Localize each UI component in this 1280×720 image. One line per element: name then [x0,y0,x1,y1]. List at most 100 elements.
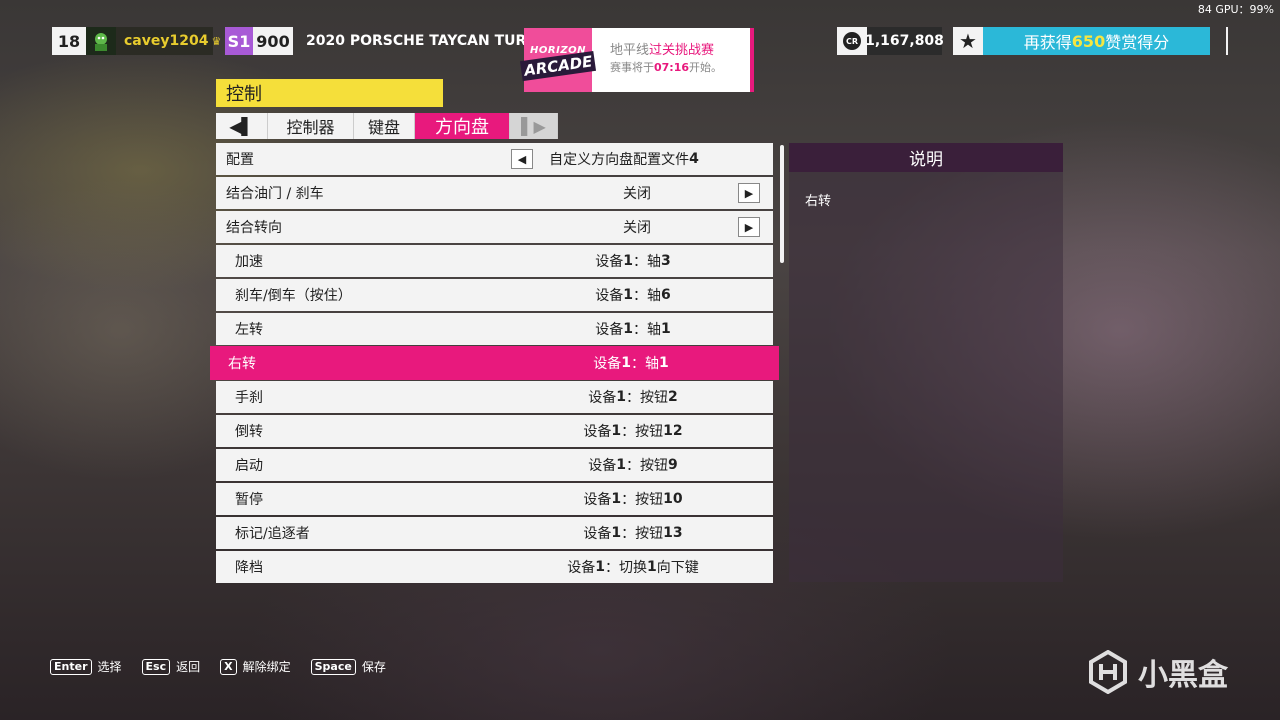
v-pre: 设备 [583,492,612,508]
v-mid: ：按钮 [626,390,668,406]
hint-label: 返回 [176,660,201,674]
v-num1: 1 [616,389,626,405]
row-value-text: 自定义方向盘配置文件 [549,152,690,168]
description-title: 说明 [789,143,1063,172]
esc-key-icon: Esc [141,658,171,675]
binding-row-accelerate[interactable]: 加速 设备 1 ：轴 3 [216,245,773,277]
arrow-right-button[interactable]: ▶ [738,217,760,237]
credits-value: 1,167,808 [865,27,944,55]
gamertag-text: cavey1204 [124,33,209,49]
tab-controller[interactable]: 控制器 [268,113,354,139]
crown-icon: ♛ [211,34,222,48]
v-num1: 1 [616,457,626,473]
binding-row-steer-left[interactable]: 左转 设备 1 ：轴 1 [216,313,773,345]
row-value: 设备 1 ：轴 1 [513,313,753,345]
tab-bar: ◀▌ 控制器 键盘 方向盘 ▌▶ [216,113,558,139]
v-num1: 1 [611,423,622,439]
v-num2: 13 [663,525,683,541]
row-label: 加速 [235,254,263,270]
gamertag: cavey1204 ♛ [116,27,221,55]
v-num1: 1 [623,253,633,269]
hud-divider [1226,27,1228,55]
setting-row-combined-pedals[interactable]: 结合油门 / 刹车 关闭 ▶ [216,177,773,209]
v-num2: 9 [668,457,678,473]
enter-key-icon: Enter [50,658,92,675]
skill-prefix: 再获得 [1023,33,1072,52]
v-mid: ：轴 [633,254,661,270]
v-num1: 1 [621,355,631,371]
v-pre: 设备 [567,560,596,576]
arcade-edge [750,28,754,92]
hint-space[interactable]: Space 保存 [310,658,386,675]
binding-row-pause[interactable]: 暂停 设备 1 ：按钮 10 [216,483,773,515]
hint-label: 解除绑定 [242,660,291,674]
hint-enter[interactable]: Enter 选择 [50,658,122,675]
hint-x[interactable]: X 解除绑定 [220,658,291,675]
row-value: 设备 1 ：按钮 9 [513,449,753,481]
hint-esc[interactable]: Esc 返回 [141,658,201,675]
v-num1: 1 [623,287,633,303]
binding-row-shift-down[interactable]: 降档 设备 1 ：切换 1 向下键 [216,551,773,583]
tab-next-button[interactable]: ▌▶ [510,113,558,139]
v-num2: 3 [661,253,671,269]
setting-row-profile[interactable]: 配置 ◀ 自定义方向盘配置文件 4 [216,143,773,175]
arcade-line1-a: 地平线 [610,43,650,58]
row-value-num: 4 [689,151,699,167]
car-name: 2020 PORSCHE TAYCAN TURBO S “WELCO [306,33,524,49]
gpu-readout: 84 GPU：99% [1197,3,1274,16]
v-num2: 1 [659,355,669,371]
row-value: 设备 1 ：按钮 12 [513,415,753,447]
list-scrollbar[interactable] [780,145,784,263]
arcade-line1-b: 过关挑战赛 [649,43,715,58]
v-pre: 设备 [593,356,622,372]
binding-row-steer-right-selected[interactable]: 右转 设备 1 ：轴 1 [210,346,779,380]
arcade-time: 07:16 [654,61,690,74]
tab-prev-button[interactable]: ◀▌ [216,113,268,139]
player-level: 18 [52,27,86,55]
arcade-line2-a: 赛事将于 [610,61,654,74]
space-key-icon: Space [310,658,356,675]
row-value: 设备 1 ：按钮 13 [513,517,753,549]
avatar-icon [95,33,107,51]
row-label: 配置 [226,152,254,168]
tab-wheel[interactable]: 方向盘 [415,113,510,139]
v-mid: ：按钮 [626,458,668,474]
binding-row-rewind[interactable]: 倒转 设备 1 ：按钮 12 [216,415,773,447]
row-value: 设备 1 ：轴 1 [511,346,751,380]
skill-number: 650 [1071,31,1106,51]
v-mid: ：按钮 [621,526,664,542]
v-num2: 1 [647,559,657,575]
credits-icon: CR [837,27,867,55]
v-num2: 2 [668,389,678,405]
v-num2: 12 [663,423,683,439]
horizon-arcade-banner: HORIZON ARCADE 地平线过关挑战赛 赛事将于07:16开始。 [519,28,754,92]
v-num1: 1 [595,559,605,575]
tab-next-icon: ▌▶ [521,116,546,136]
row-value: 设备 1 ：按钮 2 [513,381,753,413]
v-pre: 设备 [588,458,617,474]
button-hints: Enter 选择 Esc 返回 X 解除绑定 Space 保存 [50,658,386,675]
v-pre: 设备 [595,322,624,338]
row-label: 手刹 [235,390,263,406]
row-value: 关闭 [623,220,651,236]
arrow-right-button[interactable]: ▶ [738,183,760,203]
v-pre: 设备 [588,390,617,406]
row-label: 结合油门 / 刹车 [226,186,324,202]
binding-row-brake[interactable]: 刹车/倒车（按住） 设备 1 ：轴 6 [216,279,773,311]
binding-row-start[interactable]: 启动 设备 1 ：按钮 9 [216,449,773,481]
v-num2: 10 [663,491,683,507]
v-num1: 1 [611,525,622,541]
description-panel: 右转 [789,172,1063,582]
credits-icon-text: CR [843,32,861,50]
tab-keyboard[interactable]: 键盘 [354,113,415,139]
row-value: 关闭 [623,186,651,202]
binding-row-marker[interactable]: 标记/追逐者 设备 1 ：按钮 13 [216,517,773,549]
row-value: 设备 1 ：切换 1 向下键 [513,551,753,583]
avatar [86,27,116,55]
binding-row-handbrake[interactable]: 手刹 设备 1 ：按钮 2 [216,381,773,413]
x-key-icon: X [220,658,237,675]
v-post: 向下键 [656,560,699,576]
setting-row-combined-steering[interactable]: 结合转向 关闭 ▶ [216,211,773,243]
v-mid: ：轴 [633,322,661,338]
v-mid: ：按钮 [621,492,664,508]
